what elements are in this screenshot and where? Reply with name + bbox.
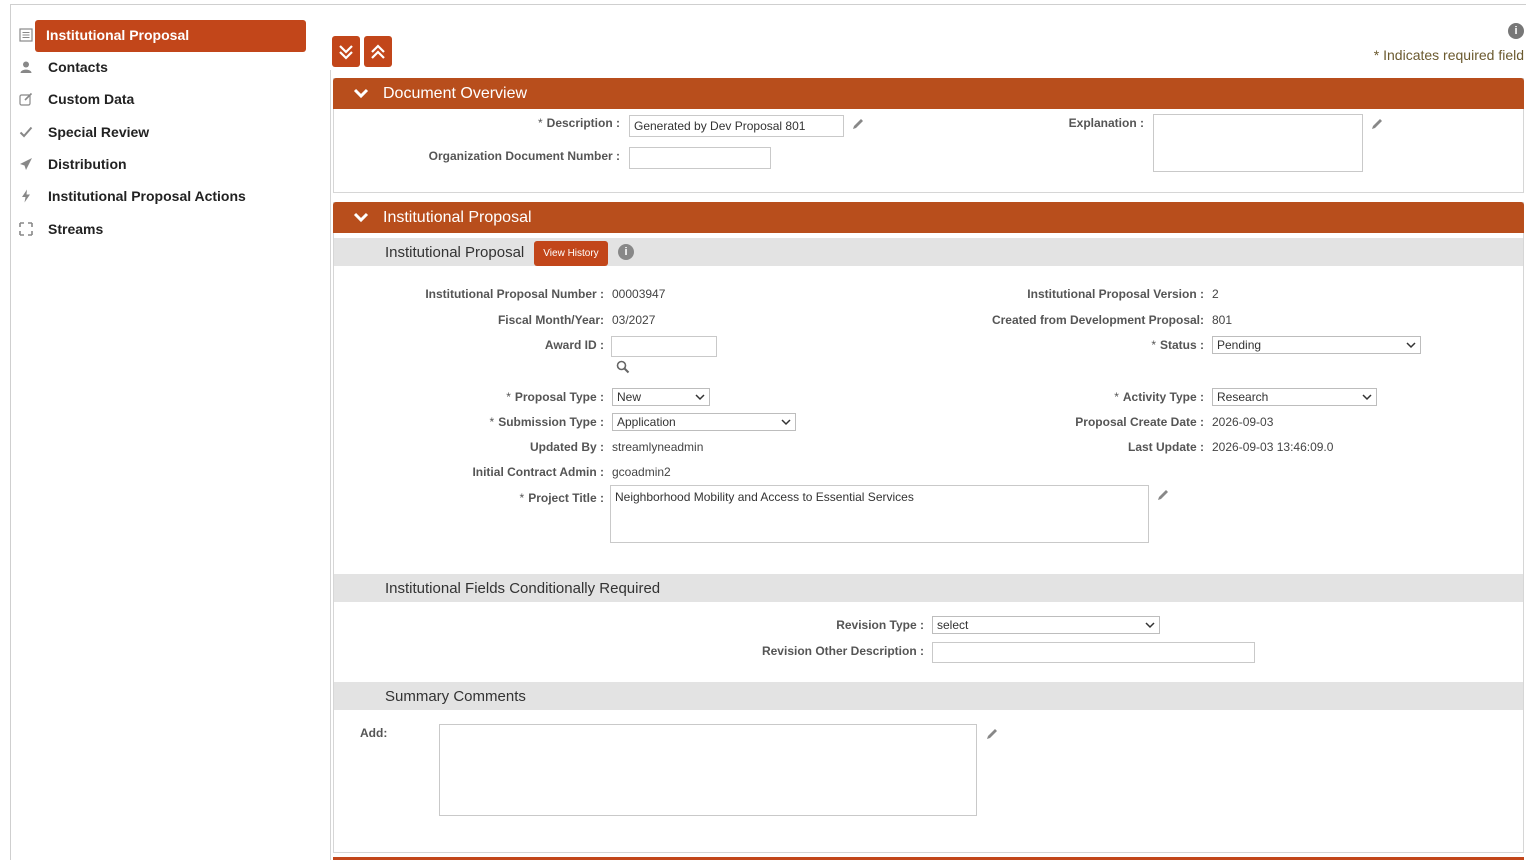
contract-admin-label: Initial Contract Admin :: [472, 465, 604, 479]
award-id-label: Award ID :: [544, 338, 604, 352]
updated-by-label: Updated By :: [529, 440, 604, 454]
subsection-title: Summary Comments: [385, 687, 526, 705]
activity-type-select[interactable]: Research: [1212, 388, 1377, 406]
revision-other-label: Revision Other Description :: [761, 644, 924, 658]
description-label: * Description :: [537, 116, 620, 130]
chevron-down-icon: [353, 88, 369, 100]
sidebar-item-label: Special Review: [48, 124, 150, 140]
award-id-input[interactable]: [611, 336, 717, 357]
sidebar-item-custom-data[interactable]: Custom Data: [14, 84, 306, 114]
revision-type-select[interactable]: select: [932, 616, 1160, 634]
content-divider: [330, 70, 331, 860]
document-overview-header[interactable]: Document Overview: [333, 78, 1524, 109]
project-title-label: * Project Title :: [519, 491, 604, 505]
revision-other-input[interactable]: [932, 642, 1255, 663]
submission-type-label: * Submission Type :: [489, 415, 604, 429]
explanation-label: Explanation :: [1068, 116, 1144, 130]
edit-pencil-icon[interactable]: [985, 727, 1001, 743]
create-date-value: 2026-09-03: [1212, 415, 1274, 429]
subsection-title: Institutional Proposal: [385, 243, 525, 261]
edit-pencil-icon[interactable]: [851, 117, 867, 133]
proposal-type-label: * Proposal Type :: [506, 390, 604, 404]
contract-admin-value: gcoadmin2: [612, 465, 671, 479]
double-chevron-down-icon: [339, 44, 353, 60]
chevron-down-icon: [1145, 621, 1155, 628]
selected-value: select: [937, 618, 969, 632]
frame-border: [10, 4, 11, 860]
explanation-textarea[interactable]: [1153, 114, 1363, 172]
section-title: Document Overview: [383, 84, 528, 102]
edit-pencil-icon[interactable]: [1156, 488, 1172, 504]
project-title-textarea[interactable]: Neighborhood Mobility and Access to Esse…: [610, 485, 1149, 543]
chevron-down-icon: [695, 393, 705, 400]
edit-square-icon: [16, 89, 36, 109]
fiscal-month-year-value: 03/2027: [612, 313, 656, 327]
proposal-version-label: Institutional Proposal Version :: [1027, 287, 1204, 301]
edit-pencil-icon[interactable]: [1370, 117, 1386, 133]
chevron-down-icon: [1362, 393, 1372, 400]
created-from-value: 801: [1212, 313, 1233, 327]
selected-value: New: [617, 390, 642, 404]
sidebar-item-streams[interactable]: Streams: [14, 214, 306, 244]
info-icon[interactable]: i: [618, 244, 634, 260]
submission-type-select[interactable]: Application: [612, 413, 796, 431]
frame-border: [10, 4, 1526, 5]
last-update-label: Last Update :: [1127, 440, 1204, 454]
view-history-button[interactable]: View History: [534, 241, 608, 266]
sidebar-item-label: Distribution: [48, 156, 127, 172]
sidebar-item-label: Custom Data: [48, 91, 135, 107]
status-select[interactable]: Pending: [1212, 336, 1421, 354]
help-info-icon[interactable]: i: [1508, 23, 1524, 39]
org-doc-number-input[interactable]: [629, 147, 771, 169]
expand-arrows-icon: [16, 219, 36, 239]
sidebar-item-special-review[interactable]: Special Review: [14, 117, 306, 147]
sidebar-item-institutional-proposal-actions[interactable]: Institutional Proposal Actions: [14, 181, 306, 211]
sidebar-item-contacts[interactable]: Contacts: [14, 52, 306, 82]
lightning-icon: [16, 186, 36, 206]
search-icon[interactable]: [616, 360, 630, 374]
required-field-note: * Indicates required field: [1373, 47, 1524, 63]
selected-value: Research: [1217, 390, 1269, 404]
sidebar-item-label: Contacts: [48, 59, 108, 75]
sidebar-item-institutional-proposal[interactable]: Institutional Proposal: [14, 20, 306, 52]
checkmark-icon: [16, 122, 36, 142]
chevron-down-icon: [353, 212, 369, 224]
fiscal-month-year-label: Fiscal Month/Year:: [497, 313, 604, 327]
description-input[interactable]: [629, 115, 844, 137]
last-update-value: 2026-09-03 13:46:09.0: [1212, 440, 1334, 454]
activity-type-label: * Activity Type :: [1114, 390, 1204, 404]
sidebar-item-distribution[interactable]: Distribution: [14, 149, 306, 179]
proposal-number-value: 00003947: [612, 287, 666, 301]
add-comment-textarea[interactable]: [439, 724, 977, 816]
sidebar-item-label: Institutional Proposal Actions: [48, 188, 246, 204]
status-label: * Status :: [1151, 338, 1204, 352]
revision-type-label: Revision Type :: [836, 618, 924, 632]
institutional-proposal-header[interactable]: Institutional Proposal: [333, 202, 1524, 233]
subsection-title: Institutional Fields Conditionally Requi…: [385, 579, 661, 597]
proposal-version-value: 2: [1212, 287, 1219, 301]
org-doc-number-label: Organization Document Number :: [428, 149, 620, 163]
collapse-all-button[interactable]: [364, 36, 392, 67]
sidebar-item-label: Streams: [48, 221, 104, 237]
conditional-fields-subheader: Institutional Fields Conditionally Requi…: [334, 574, 1523, 602]
sidebar-item-label: Institutional Proposal: [46, 27, 190, 43]
summary-comments-subheader: Summary Comments: [334, 682, 1523, 710]
expand-all-button[interactable]: [332, 36, 360, 67]
selected-value: Application: [617, 415, 676, 429]
double-chevron-up-icon: [371, 43, 385, 59]
paper-plane-icon: [16, 154, 36, 174]
chevron-down-icon: [781, 418, 791, 425]
selected-value: Pending: [1217, 338, 1262, 352]
proposal-type-select[interactable]: New: [612, 388, 710, 406]
updated-by-value: streamlyneadmin: [612, 440, 704, 454]
document-list-icon: [16, 25, 36, 45]
create-date-label: Proposal Create Date :: [1075, 415, 1204, 429]
section-title: Institutional Proposal: [383, 208, 532, 226]
chevron-down-icon: [1406, 341, 1416, 348]
proposal-number-label: Institutional Proposal Number :: [425, 287, 604, 301]
add-comment-label: Add:: [360, 726, 388, 740]
created-from-label: Created from Development Proposal:: [991, 313, 1204, 327]
user-icon: [16, 57, 36, 77]
institutional-proposal-subheader: Institutional Proposal: [334, 238, 1523, 266]
